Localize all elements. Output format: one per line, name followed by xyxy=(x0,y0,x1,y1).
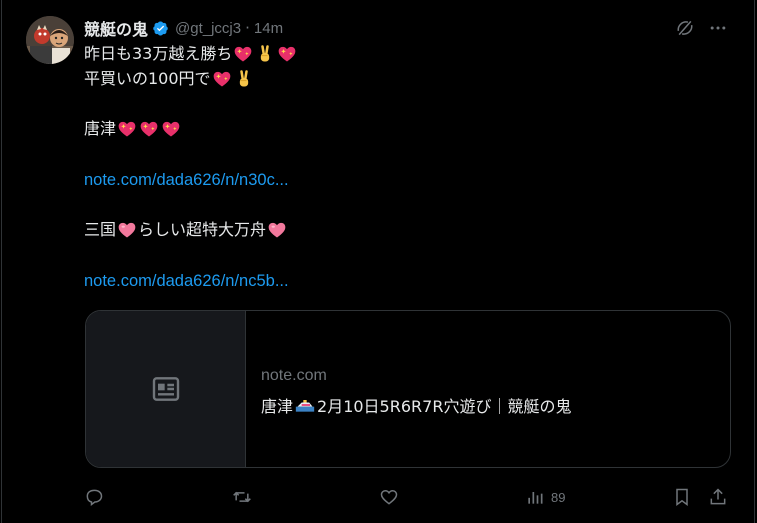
card-title-suffix: 2月10日5R6R7R穴遊び｜競艇の鬼 xyxy=(317,397,572,416)
post-line-3-text: 唐津 xyxy=(84,119,117,138)
post-line-1: 昨日も33万越え勝ち xyxy=(84,42,704,67)
victory-hand-icon xyxy=(234,69,254,89)
post-line-2-text: 平買いの100円で xyxy=(84,68,211,88)
frame-border-left xyxy=(1,0,2,523)
card-title-prefix: 唐津 xyxy=(261,397,294,416)
sparkling-heart-icon xyxy=(117,119,137,139)
repost-button[interactable] xyxy=(232,485,252,509)
speedboat-icon xyxy=(295,400,315,412)
post-link-1-line: note.com/dada626/n/n30c... xyxy=(84,168,704,193)
sparkling-heart-icon xyxy=(161,119,181,139)
post-line-3: 唐津 xyxy=(84,117,704,142)
views-button[interactable]: 89 xyxy=(525,485,565,509)
card-domain: note.com xyxy=(261,367,327,384)
views-count: 89 xyxy=(551,489,566,505)
post-line-2: 平買いの100円で xyxy=(84,67,704,92)
frame-border-right xyxy=(754,0,755,523)
post-line-4-text-a: 三国 xyxy=(84,220,117,239)
post-link-2[interactable]: note.com/dada626/n/nc5b... xyxy=(84,269,289,294)
pink-heart-icon xyxy=(117,220,137,240)
sparkling-heart-icon xyxy=(233,44,253,64)
post-actions: 89 xyxy=(84,485,734,509)
header-separator: · xyxy=(245,19,250,37)
sparkling-heart-icon xyxy=(212,69,232,89)
sparkling-heart-icon xyxy=(277,44,297,64)
share-icon xyxy=(710,488,726,505)
pink-heart-icon xyxy=(267,220,287,240)
post-text: 昨日も33万越え勝ち 平買いの100円で 唐津 note.com/dada626… xyxy=(84,42,704,293)
post-line-1-text: 昨日も33万越え勝ち xyxy=(84,44,233,63)
views-icon xyxy=(528,492,543,504)
bookmark-button[interactable] xyxy=(672,485,692,509)
author-name[interactable]: 競艇の鬼 xyxy=(84,16,148,40)
post-line-4-text-b: らしい超特大万舟 xyxy=(138,220,267,239)
grok-icon[interactable] xyxy=(675,18,695,38)
avatar-image xyxy=(26,16,74,64)
share-button[interactable] xyxy=(708,485,728,509)
article-icon xyxy=(152,377,179,401)
repost-icon xyxy=(233,491,251,503)
card-title: 唐津 2月10日5R6R7R穴遊び｜競艇の鬼 xyxy=(261,393,571,417)
author-handle[interactable]: @gt_jccj3 xyxy=(175,20,241,37)
post-timestamp[interactable]: 14m xyxy=(254,20,283,37)
post-link-2-line: note.com/dada626/n/nc5b... xyxy=(84,269,704,294)
sparkling-heart-icon xyxy=(139,119,159,139)
like-button[interactable] xyxy=(379,485,399,509)
like-icon xyxy=(380,489,398,505)
post-line-4: 三国 らしい超特大万舟 xyxy=(84,218,704,243)
verified-badge-icon[interactable] xyxy=(152,20,169,37)
reply-icon xyxy=(86,489,103,506)
post-link-1[interactable]: note.com/dada626/n/n30c... xyxy=(84,168,289,193)
link-preview-card[interactable]: note.com 唐津 2月10日5R6R7R穴遊び｜競艇の鬼 xyxy=(85,310,731,468)
more-icon[interactable] xyxy=(708,18,728,38)
reply-button[interactable] xyxy=(84,485,104,509)
post-header: 競艇の鬼 @gt_jccj3 · 14m xyxy=(84,16,737,40)
bookmark-icon xyxy=(676,488,688,506)
card-thumbnail xyxy=(86,311,246,467)
avatar[interactable] xyxy=(26,16,74,64)
victory-hand-icon xyxy=(255,44,275,64)
